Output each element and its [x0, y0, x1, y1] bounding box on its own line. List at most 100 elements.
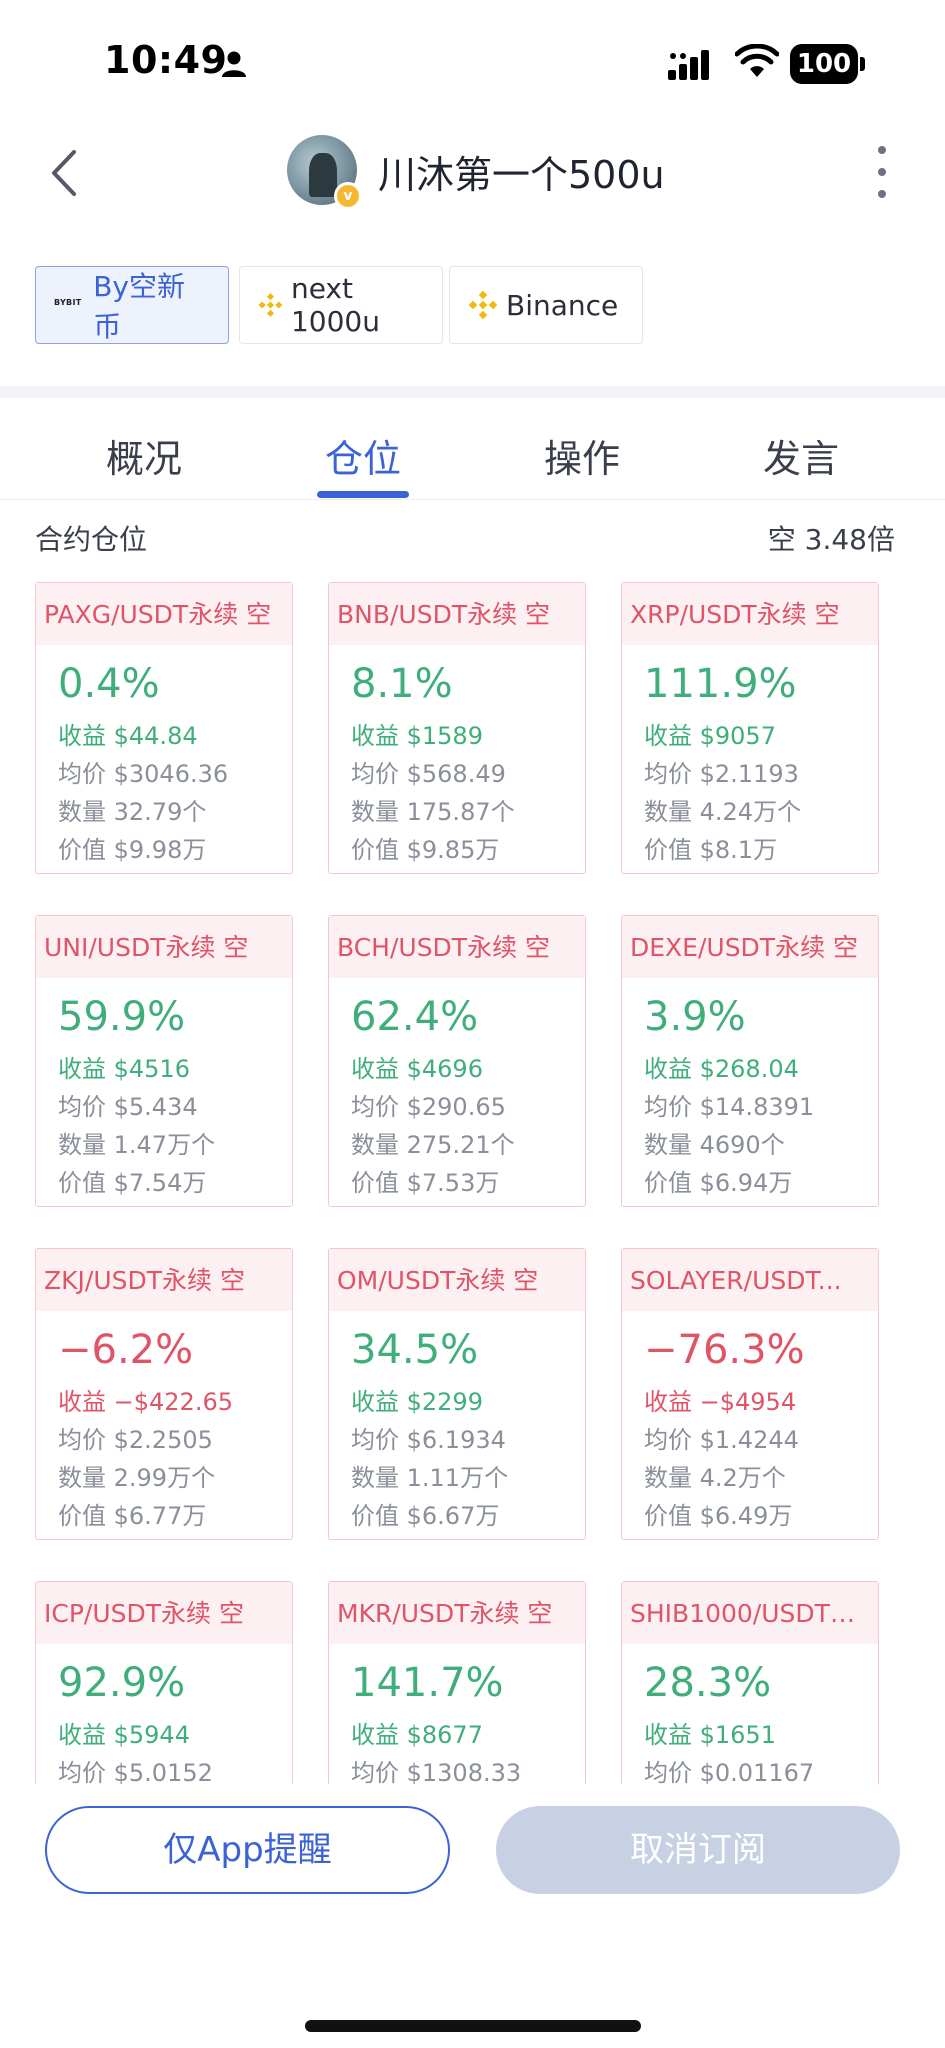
position-quantity: 数量 1.47万个 [58, 1131, 216, 1159]
bottom-action-bar: 仅App提醒 取消订阅 [0, 1784, 945, 2048]
position-pnl: 收益 $4516 [58, 1055, 190, 1083]
battery-icon: 100 [790, 44, 866, 84]
position-card[interactable]: MKR/USDT永续 空 141.7% 收益 $8677 均价 $1308.33 [328, 1581, 586, 1784]
position-pnl: 收益 −$422.65 [58, 1388, 233, 1416]
position-pnl: 收益 $2299 [351, 1388, 483, 1416]
position-details: 92.9% 收益 $5944 均价 $5.0152 [36, 1644, 292, 1784]
position-details: 141.7% 收益 $8677 均价 $1308.33 [329, 1644, 585, 1784]
leverage-summary: 空 3.48倍 [767, 523, 895, 556]
position-avg-price: 均价 $1308.33 [351, 1759, 522, 1784]
battery-level: 100 [796, 49, 852, 79]
position-avg-price: 均价 $5.0152 [58, 1759, 213, 1784]
position-value: 价值 $6.67万 [351, 1502, 500, 1530]
position-return-percent: 0.4% [58, 661, 160, 707]
position-quantity: 数量 275.21个 [351, 1131, 515, 1159]
position-card[interactable]: BCH/USDT永续 空 62.4% 收益 $4696 均价 $290.65 数量 27… [328, 915, 586, 1207]
position-symbol: MKR/USDT永续 空 [329, 1582, 585, 1644]
account-chip-binance[interactable]: Binance [449, 266, 643, 344]
section-header: 合约仓位 空 3.48倍 [35, 514, 895, 558]
position-symbol: ICP/USDT永续 空 [36, 1582, 292, 1644]
position-pnl: 收益 $5944 [58, 1721, 190, 1749]
position-symbol: SOLAYER/USDT... [622, 1249, 878, 1311]
position-quantity: 数量 4.2万个 [644, 1464, 786, 1492]
position-details: 3.9% 收益 $268.04 均价 $14.8391 数量 4690个 价值 $6.9… [622, 978, 878, 1202]
position-symbol: PAXG/USDT永续 空 [36, 583, 292, 645]
app-only-alert-button[interactable]: 仅App提醒 [45, 1806, 450, 1894]
position-avg-price: 均价 $6.1934 [351, 1426, 506, 1454]
position-card[interactable]: XRP/USDT永续 空 111.9% 收益 $9057 均价 $2.1193 数量 4… [621, 582, 879, 874]
person-icon [222, 51, 246, 77]
active-tab-indicator [317, 491, 409, 498]
position-return-percent: 8.1% [351, 661, 453, 707]
account-chip-label: Binance [506, 288, 619, 322]
position-quantity: 数量 4690个 [644, 1131, 785, 1159]
position-symbol: BNB/USDT永续 空 [329, 583, 585, 645]
account-chip-next-1000u[interactable]: next 1000u [239, 266, 443, 344]
position-details: 34.5% 收益 $2299 均价 $6.1934 数量 1.11万个 价值 $6.67… [329, 1311, 585, 1535]
tab-operations[interactable]: 操作 [522, 428, 642, 488]
position-return-percent: 62.4% [351, 994, 479, 1040]
position-avg-price: 均价 $2.2505 [58, 1426, 213, 1454]
position-avg-price: 均价 $5.434 [58, 1093, 198, 1121]
wifi-icon [735, 44, 779, 77]
position-card[interactable]: SOLAYER/USDT... −76.3% 收益 −$4954 均价 $1.4244… [621, 1248, 879, 1540]
position-avg-price: 均价 $3046.36 [58, 760, 229, 788]
position-value: 价值 $6.77万 [58, 1502, 207, 1530]
position-return-percent: 59.9% [58, 994, 186, 1040]
position-details: 28.3% 收益 $1651 均价 $0.01167 [622, 1644, 878, 1784]
position-card[interactable]: DEXE/USDT永续 空 3.9% 收益 $268.04 均价 $14.8391 数量… [621, 915, 879, 1207]
position-return-percent: 34.5% [351, 1327, 479, 1373]
position-quantity: 数量 175.87个 [351, 798, 515, 826]
position-value: 价值 $9.98万 [58, 836, 207, 864]
position-value: 价值 $6.94万 [644, 1169, 793, 1197]
status-time: 10:49 [104, 38, 228, 82]
position-card[interactable]: UNI/USDT永续 空 59.9% 收益 $4516 均价 $5.434 数量 1.4… [35, 915, 293, 1207]
position-quantity: 数量 2.99万个 [58, 1464, 216, 1492]
home-indicator [305, 2020, 641, 2032]
position-symbol: BCH/USDT永续 空 [329, 916, 585, 978]
position-symbol: XRP/USDT永续 空 [622, 583, 878, 645]
tab-posts[interactable]: 发言 [741, 428, 861, 488]
position-details: 111.9% 收益 $9057 均价 $2.1193 数量 4.24万个 价值 $8.1… [622, 645, 878, 869]
unsubscribe-button[interactable]: 取消订阅 [496, 1806, 900, 1894]
position-card[interactable]: ZKJ/USDT永续 空 −6.2% 收益 −$422.65 均价 $2.2505 数量… [35, 1248, 293, 1540]
position-value: 价值 $6.49万 [644, 1502, 793, 1530]
position-card[interactable]: ICP/USDT永续 空 92.9% 收益 $5944 均价 $5.0152 [35, 1581, 293, 1784]
position-pnl: 收益 $44.84 [58, 722, 198, 750]
position-symbol: UNI/USDT永续 空 [36, 916, 292, 978]
position-return-percent: 28.3% [644, 1660, 772, 1706]
binance-icon [258, 293, 283, 317]
position-pnl: 收益 $1589 [351, 722, 483, 750]
position-value: 价值 $7.54万 [58, 1169, 207, 1197]
position-card[interactable]: OM/USDT永续 空 34.5% 收益 $2299 均价 $6.1934 数量 1.1… [328, 1248, 586, 1540]
account-chip-bybit[interactable]: BYBIT By空新币 [35, 266, 229, 344]
tab-positions[interactable]: 仓位 [303, 428, 423, 488]
position-card[interactable]: PAXG/USDT永续 空 0.4% 收益 $44.84 均价 $3046.36 数量 … [35, 582, 293, 874]
positions-grid[interactable]: PAXG/USDT永续 空 0.4% 收益 $44.84 均价 $3046.36 数量 … [0, 582, 945, 1784]
position-return-percent: 141.7% [351, 1660, 504, 1706]
position-symbol: SHIB1000/USDT永... [622, 1582, 878, 1644]
position-return-percent: 3.9% [644, 994, 746, 1040]
position-pnl: 收益 $8677 [351, 1721, 483, 1749]
more-options-icon[interactable] [872, 146, 892, 200]
binance-icon [468, 290, 498, 320]
tab-overview[interactable]: 概况 [84, 428, 204, 488]
position-details: 59.9% 收益 $4516 均价 $5.434 数量 1.47万个 价值 $7.54万 [36, 978, 292, 1202]
position-return-percent: −6.2% [58, 1327, 194, 1373]
back-icon[interactable] [46, 148, 82, 198]
cellular-signal-icon [668, 50, 709, 80]
position-return-percent: 92.9% [58, 1660, 186, 1706]
position-avg-price: 均价 $2.1193 [644, 760, 799, 788]
position-symbol: ZKJ/USDT永续 空 [36, 1249, 292, 1311]
position-avg-price: 均价 $568.49 [351, 760, 506, 788]
section-divider [0, 386, 945, 398]
header: v 川沐第一个500u [0, 120, 945, 220]
status-bar: 10:49 100 [0, 0, 945, 120]
position-card[interactable]: BNB/USDT永续 空 8.1% 收益 $1589 均价 $568.49 数量 175… [328, 582, 586, 874]
position-quantity: 数量 1.11万个 [351, 1464, 509, 1492]
position-avg-price: 均价 $14.8391 [644, 1093, 815, 1121]
position-value: 价值 $9.85万 [351, 836, 500, 864]
position-pnl: 收益 −$4954 [644, 1388, 797, 1416]
position-card[interactable]: SHIB1000/USDT永... 28.3% 收益 $1651 均价 $0.0116… [621, 1581, 879, 1784]
position-details: 0.4% 收益 $44.84 均价 $3046.36 数量 32.79个 价值 $9.9… [36, 645, 292, 869]
